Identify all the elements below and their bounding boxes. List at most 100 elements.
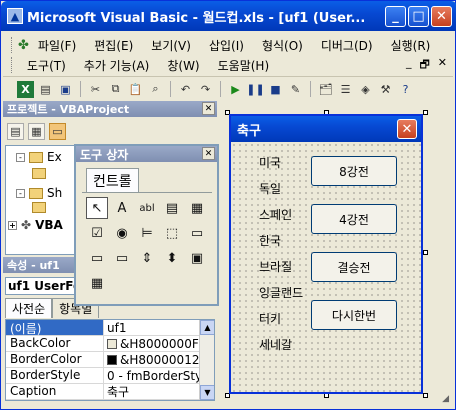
checkbox-tool-icon[interactable]: ☑ [86, 222, 108, 244]
tree-expander[interactable]: + [8, 220, 17, 230]
mdi-restore-button[interactable]: 🗗 [419, 56, 429, 75]
optionbutton-tool-icon[interactable]: ◉ [111, 222, 133, 244]
resize-handle[interactable] [423, 393, 428, 398]
menu-file[interactable]: 파일(F) [29, 37, 85, 54]
properties-icon[interactable]: ☰ [337, 81, 354, 98]
save-icon[interactable]: ▣ [57, 81, 74, 98]
final-button[interactable]: 결승전 [311, 252, 397, 282]
paste-icon[interactable]: 📋 [127, 81, 144, 98]
menu-insert[interactable]: 삽입(I) [200, 37, 253, 54]
menu-window[interactable]: 창(W) [158, 57, 208, 74]
tab-alphabetic[interactable]: 사전순 [5, 298, 53, 318]
image-tool-icon[interactable]: ▣ [186, 247, 208, 269]
tabstrip-tool-icon[interactable]: ▭ [86, 247, 108, 269]
menu-debug[interactable]: 디버그(D) [312, 37, 382, 54]
reset-icon[interactable]: ■ [267, 81, 284, 98]
property-value[interactable]: uf1 [104, 320, 214, 335]
property-row[interactable]: BorderStyle 0 - fmBorderStyle [6, 368, 214, 384]
redo-icon[interactable]: ↷ [197, 81, 214, 98]
copy-icon[interactable]: ⧉ [107, 81, 124, 98]
toolbox-tab-controls[interactable]: 컨트롤 [86, 168, 139, 193]
property-row[interactable]: BorderColor &H80000012& [6, 352, 214, 368]
tree-node[interactable]: - Sh [16, 186, 62, 200]
run-icon[interactable]: ▶ [227, 81, 244, 98]
userform-close-button[interactable]: ✕ [397, 119, 417, 139]
view-code-icon[interactable]: ▤ [7, 123, 24, 140]
tree-expander[interactable]: - [16, 152, 25, 162]
property-row[interactable]: BackColor &H8000000F& [6, 336, 214, 352]
tree-node[interactable]: + ✤ VBA [8, 218, 63, 232]
country-label[interactable]: 스페인 [259, 206, 292, 223]
title-bar[interactable]: ▲ Microsoft Visual Basic - 월드컵.xls - [uf… [1, 1, 456, 31]
restart-button[interactable]: 다시한번 [311, 300, 397, 330]
excel-icon[interactable]: X [17, 80, 34, 98]
listbox-tool-icon[interactable]: ▦ [186, 197, 208, 219]
menu-edit[interactable]: 편집(E) [85, 37, 142, 54]
country-label[interactable]: 독일 [259, 180, 281, 197]
design-mode-icon[interactable]: ✎ [287, 81, 304, 98]
menu-run[interactable]: 실행(R) [382, 37, 440, 54]
country-label[interactable]: 브라질 [259, 258, 292, 275]
property-value-cell[interactable]: &H8000000F& [104, 336, 214, 351]
mdi-close-button[interactable]: ✕ [438, 56, 447, 75]
frame-tool-icon[interactable]: ⬚ [161, 222, 183, 244]
combobox-tool-icon[interactable]: ▤ [161, 197, 183, 219]
close-button[interactable]: ✕ [431, 6, 452, 27]
cut-icon[interactable]: ✂ [87, 81, 104, 98]
help-icon[interactable]: ? [397, 81, 414, 98]
scroll-down-icon[interactable]: ▼ [200, 385, 214, 400]
country-label[interactable]: 미국 [259, 154, 281, 171]
toolbox-close-button[interactable]: ✕ [202, 147, 215, 160]
country-label[interactable]: 세네갈 [259, 336, 292, 353]
menu-view[interactable]: 보기(V) [142, 37, 200, 54]
undo-icon[interactable]: ↶ [177, 81, 194, 98]
country-label[interactable]: 터키 [259, 310, 281, 327]
menu-help[interactable]: 도움말(H) [209, 57, 279, 74]
semifinal-button[interactable]: 4강전 [311, 204, 397, 234]
properties-scrollbar[interactable]: ▲ ▼ [199, 320, 214, 400]
userform-title-bar[interactable]: 축구 ✕ [231, 116, 421, 142]
toggle-folders-icon[interactable]: ▭ [49, 123, 66, 140]
resize-grip-icon[interactable]: ◢ [442, 394, 449, 404]
scrollbar-tool-icon[interactable]: ⇕ [136, 247, 158, 269]
property-row[interactable]: Caption 축구 [6, 384, 214, 400]
project-explorer-icon[interactable]: 🗂 [317, 81, 334, 98]
property-value[interactable]: 0 - fmBorderStyle [104, 368, 214, 383]
break-icon[interactable]: ❚❚ [246, 81, 264, 98]
select-objects-icon[interactable]: ↖ [86, 197, 108, 219]
round-of-8-button[interactable]: 8강전 [311, 156, 397, 186]
refedit-tool-icon[interactable]: ▦ [86, 272, 108, 294]
toolbox-icon[interactable]: ⚒ [377, 81, 394, 98]
tree-node[interactable] [32, 202, 46, 213]
country-label[interactable]: 잉글랜드 [259, 284, 303, 301]
object-browser-icon[interactable]: ◈ [357, 81, 374, 98]
menu-addins[interactable]: 추가 기능(A) [75, 57, 159, 74]
spinbutton-tool-icon[interactable]: ⬍ [161, 247, 183, 269]
property-value[interactable]: 축구 [104, 384, 214, 399]
tree-node[interactable]: - Ex [16, 150, 62, 164]
property-value-cell[interactable]: &H80000012& [104, 352, 214, 367]
commandbutton-tool-icon[interactable]: ▭ [186, 222, 208, 244]
find-icon[interactable]: ⌕ [147, 81, 164, 98]
textbox-tool-icon[interactable]: abl [136, 197, 158, 219]
minimize-button[interactable]: _ [385, 6, 406, 27]
country-label[interactable]: 한국 [259, 232, 281, 249]
scroll-up-icon[interactable]: ▲ [200, 320, 214, 335]
project-panel-close-button[interactable]: ✕ [202, 102, 215, 115]
resize-handle[interactable] [423, 110, 428, 115]
userform-body[interactable]: 미국 독일 스페인 한국 브라질 잉글랜드 터키 세네갈 8강전 4강전 결승전… [231, 142, 421, 392]
maximize-button[interactable]: □ [408, 6, 429, 27]
menu-tools[interactable]: 도구(T) [18, 57, 75, 74]
togglebutton-tool-icon[interactable]: ⊨ [136, 222, 158, 244]
toolbox-title-bar[interactable]: 도구 상자 ✕ [76, 146, 217, 162]
insert-userform-icon[interactable]: ▤ [37, 81, 54, 98]
menu-format[interactable]: 형식(O) [253, 37, 312, 54]
userform[interactable]: 축구 ✕ 미국 독일 스페인 한국 브라질 잉글랜드 터키 세네갈 8강전 4강… [229, 114, 423, 394]
mdi-minimize-button[interactable]: _ [406, 56, 412, 75]
resize-handle[interactable] [423, 250, 428, 255]
tree-expander[interactable]: - [16, 188, 25, 198]
property-row[interactable]: (이름) uf1 [6, 320, 214, 336]
tree-node[interactable] [32, 168, 46, 179]
label-tool-icon[interactable]: A [111, 197, 133, 219]
multipage-tool-icon[interactable]: ▭ [111, 247, 133, 269]
